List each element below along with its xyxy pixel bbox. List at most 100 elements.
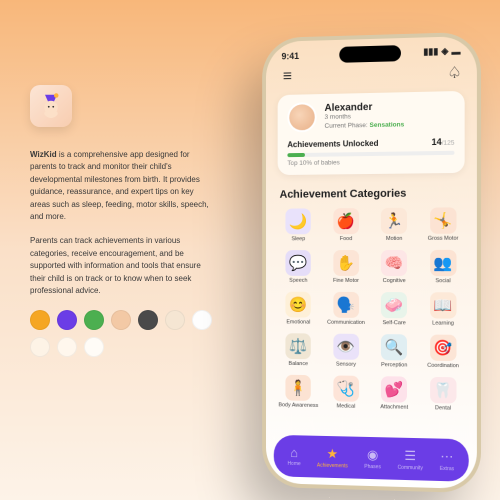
category-icon: 🤸 [430,207,456,233]
tab-label: Extras [440,465,454,471]
phone-mockup: 9:41 ▮▮▮ ◈ ▬ ≡ ♤ Alexander 3 months Curr… [262,32,481,494]
category-label: Food [340,236,352,242]
category-attachment[interactable]: 💕Attachment [371,374,418,413]
category-self-care[interactable]: 🧼 Self-Care [371,290,418,328]
status-time: 9:41 [282,50,300,60]
category-icon: 📖 [430,292,456,318]
category-icon: 🗣️ [333,292,359,318]
achievements-title: Achievements Unlocked [287,139,378,149]
category-label: Speech [289,278,307,284]
category-medical[interactable]: 🩺 Medical [323,373,369,412]
child-avatar [287,102,316,132]
tab-icon: ⌂ [290,445,298,460]
bell-icon: ♤ [447,63,462,84]
category-icon: 🔍 [381,334,407,360]
tab-label: Home [288,461,301,467]
achievements-count: 14/125 [431,137,454,147]
category-icon: ⚖️ [286,333,311,359]
app-description-1: WizKid is a comprehensive app designed f… [30,149,210,223]
category-icon: 🧍 [286,375,311,401]
tab-phases[interactable]: ◉Phases [364,446,381,469]
category-cognitive[interactable]: 🧠Cognitive [371,248,418,286]
tab-extras[interactable]: ⋯Extras [440,448,454,472]
bottom-tabbar: ⌂Home ★Achievements ◉Phases ☰Community ⋯Extr… [274,435,469,482]
color-swatch [192,310,212,330]
color-swatch [84,337,104,357]
color-swatch [138,310,158,330]
category-balance[interactable]: ⚖️ Balance [276,331,321,369]
percentile-text: Top 10% of babies [287,158,454,167]
tab-label: Phases [364,463,381,469]
category-sleep[interactable]: 🌙 Sleep [276,206,321,244]
category-icon: 🩺 [333,375,359,401]
category-label: Emotional [286,319,310,325]
category-label: Dental [435,405,451,411]
category-icon: 💬 [286,250,311,276]
profile-card[interactable]: Alexander 3 months Current Phase: Sensat… [278,91,465,175]
category-label: Sleep [291,236,305,242]
category-motion[interactable]: 🏃Motion [371,206,418,244]
category-icon: 🏃 [381,208,407,234]
signal-icon: ▮▮▮ [423,46,438,58]
color-swatch [165,310,185,330]
color-swatch [57,337,77,357]
categories-grid: 🌙 Sleep 🍎 Food 🏃Motion🤸Gross Motor 💬 Speech ✋ Fi… [266,205,477,414]
tab-achievements[interactable]: ★Achievements [317,445,348,469]
category-body-awareness[interactable]: 🧍Body Awareness [276,373,321,411]
color-swatch [30,337,50,357]
phone-notch [339,45,401,63]
battery-icon: ▬ [451,46,460,56]
category-icon: 😊 [286,292,311,318]
category-perception[interactable]: 🔍Perception [371,332,418,371]
tab-icon: ◉ [367,446,378,462]
category-learning[interactable]: 📖 Learning [420,290,467,329]
app-icon [30,85,72,127]
category-label: Sensory [336,362,356,368]
menu-button[interactable]: ≡ [280,69,296,85]
category-icon: 👥 [430,250,456,276]
category-fine-motor[interactable]: ✋ Fine Motor [323,248,369,286]
color-swatch [30,310,50,330]
category-food[interactable]: 🍎 Food [323,206,369,244]
category-gross-motor[interactable]: 🤸Gross Motor [420,205,467,244]
category-label: Coordination [427,363,459,369]
category-label: Fine Motor [333,278,359,284]
notifications-button[interactable]: ♤ [446,65,462,82]
tab-community[interactable]: ☰Community [398,447,423,471]
category-coordination[interactable]: 🎯Coordination [420,332,467,371]
category-label: Cognitive [383,278,406,284]
current-phase: Sensations [370,121,405,129]
category-label: Medical [337,403,356,409]
category-speech[interactable]: 💬 Speech [276,248,321,286]
category-label: Balance [289,361,308,367]
category-icon: 🧼 [381,292,407,318]
category-emotional[interactable]: 😊Emotional [276,290,321,328]
category-label: Communication [327,320,365,326]
category-sensory[interactable]: 👁️ Sensory [323,332,369,370]
phase-label: Current Phase: [325,122,368,130]
hamburger-icon: ≡ [283,68,292,86]
category-icon: 🍎 [333,208,359,234]
categories-heading: Achievement Categories [266,177,477,207]
wifi-icon: ◈ [441,46,448,57]
category-icon: 👁️ [333,334,359,360]
category-label: Learning [432,320,454,326]
tab-home[interactable]: ⌂Home [288,445,301,467]
color-swatch [111,310,131,330]
category-dental[interactable]: 🦷Dental [420,375,467,414]
tab-label: Achievements [317,462,348,469]
category-icon: 🎯 [430,335,456,362]
category-icon: ✋ [333,250,359,276]
app-screen: 9:41 ▮▮▮ ◈ ▬ ≡ ♤ Alexander 3 months Curr… [266,36,477,489]
category-label: Self-Care [383,320,406,326]
category-social[interactable]: 👥 Social [420,248,467,286]
achievements-progress [287,151,454,157]
app-description-2: Parents can track achievements in variou… [30,235,210,297]
category-icon: 🌙 [286,208,311,234]
color-palette [30,310,220,357]
category-label: Social [435,278,450,284]
category-communication[interactable]: 🗣️ Communication [323,290,369,328]
category-icon: 💕 [381,376,407,403]
tab-icon: ⋯ [440,448,453,464]
tab-icon: ★ [327,445,338,461]
